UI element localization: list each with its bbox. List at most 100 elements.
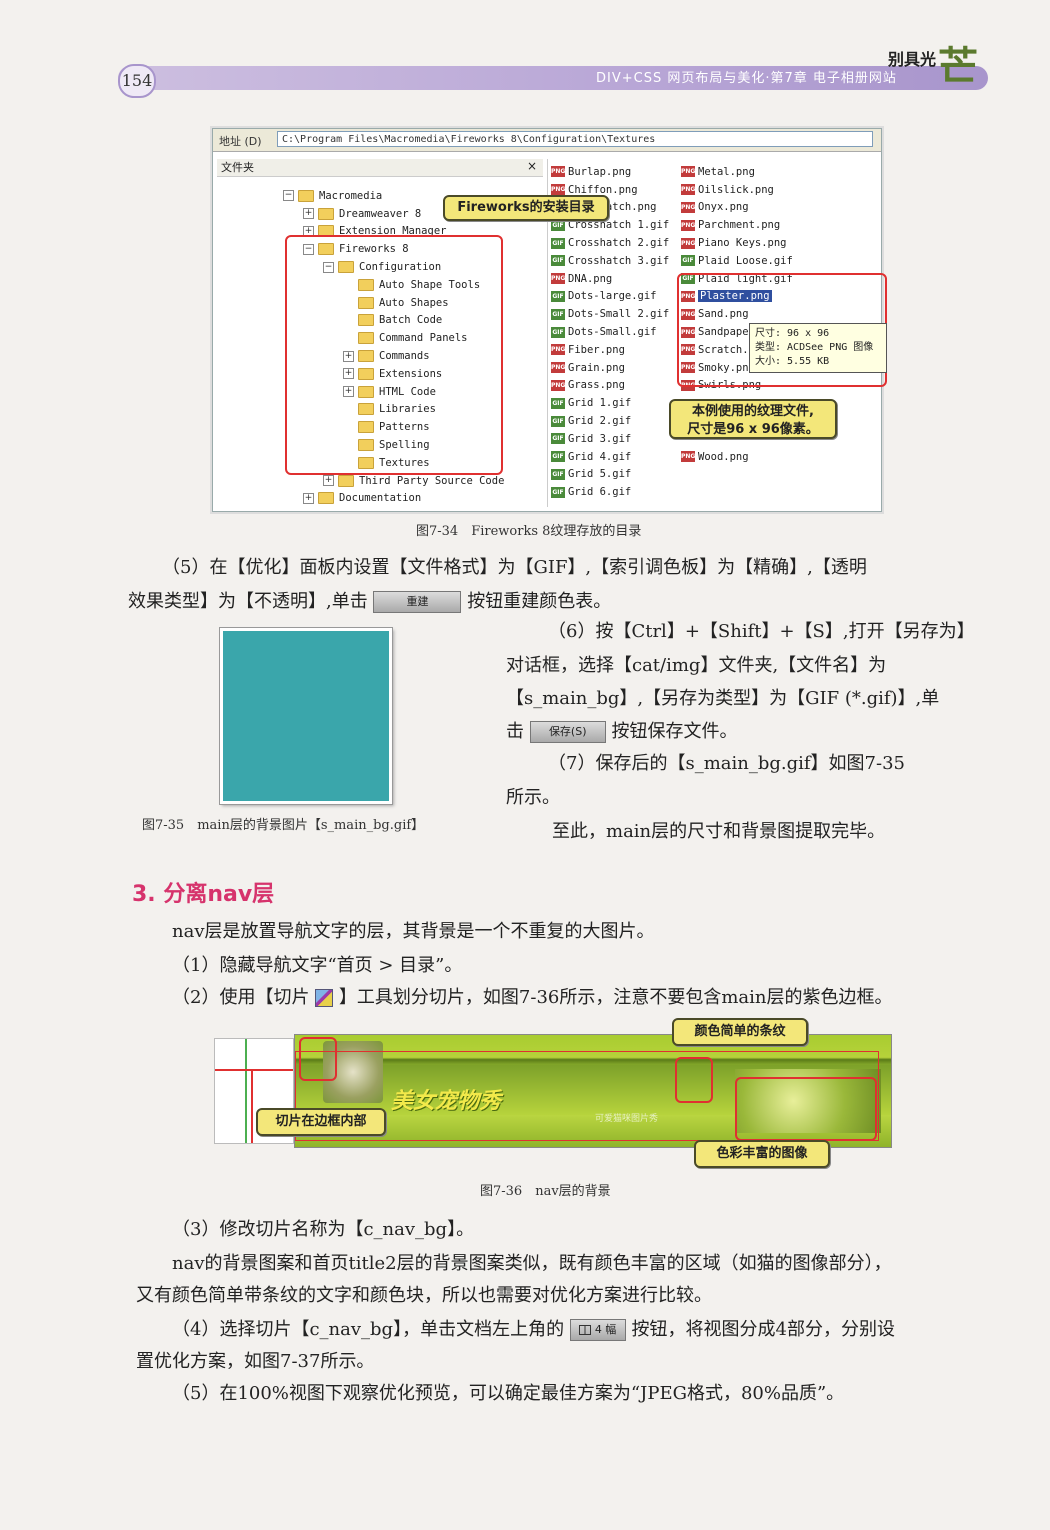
nav-step-4-line-2: 置优化方案，如图7-37所示。: [136, 1351, 375, 1372]
expand-icon[interactable]: +: [303, 492, 314, 504]
file-name: Piano Keys.png: [698, 237, 787, 250]
explorer-figure: 地址 (D) C:\Program Files\Macromedia\Firew…: [212, 128, 887, 512]
file-name: Grid 3.gif: [568, 432, 632, 445]
file-name: Wood.png: [698, 450, 749, 463]
nav-step-2-text-b: 】工具划分切片，如图7-36所示，注意不要包含main层的紫色边框。: [338, 987, 893, 1008]
tree-item-label: Macromedia: [319, 189, 383, 202]
png-file-icon: PNG: [551, 166, 566, 178]
gif-file-icon: GIF: [551, 486, 565, 498]
file-item[interactable]: PNG Metal.png: [681, 163, 877, 181]
image-highlight-box: [735, 1077, 877, 1141]
folder-icon: [338, 474, 354, 487]
file-item[interactable]: PNG Fiber.png: [551, 341, 679, 359]
gif-file-icon: GIF: [681, 255, 695, 267]
file-name: DNA.png: [568, 272, 613, 285]
gif-file-icon: GIF: [551, 415, 565, 427]
section-title: 3. 分离nav层: [132, 882, 275, 907]
file-name: Grid 5.gif: [568, 468, 632, 481]
close-icon[interactable]: ×: [527, 159, 537, 173]
file-name: Crosshatch 3.gif: [568, 254, 670, 267]
file-item[interactable]: PNG Grass.png: [551, 377, 679, 395]
folder-icon: [318, 492, 334, 505]
gif-file-icon: GIF: [551, 326, 565, 338]
gif-file-icon: GIF: [551, 290, 565, 302]
address-field[interactable]: C:\Program Files\Macromedia\Fireworks 8\…: [277, 131, 873, 147]
step-6-text-a: 击: [506, 721, 524, 742]
nav-step-4-text-b: 按钮，将视图分成4部分，分别设: [631, 1319, 895, 1340]
png-file-icon: PNG: [551, 184, 566, 196]
file-item[interactable]: GIF Plaid Loose.gif: [681, 252, 877, 270]
callout-line: 尺寸是96 x 96像素。: [687, 422, 819, 437]
file-item[interactable]: GIF Grid 4.gif: [551, 448, 679, 466]
png-file-icon: PNG: [551, 379, 566, 391]
file-item[interactable]: PNG Grain.png: [551, 359, 679, 377]
file-item[interactable]: GIF Grid 1.gif: [551, 394, 679, 412]
folders-pane-header: 文件夹 ×: [217, 159, 543, 177]
file-item[interactable]: PNG Parchment.png: [681, 216, 877, 234]
file-name: Burlap.png: [568, 165, 632, 178]
nav-intro: nav层是放置导航文字的层，其背景是一个不重复的大图片。: [172, 921, 655, 942]
slice-edge: [251, 1069, 253, 1143]
file-item[interactable]: GIF Crosshatch 2.gif: [551, 234, 679, 252]
gif-file-icon: GIF: [551, 397, 565, 409]
file-item[interactable]: PNG Burlap.png: [551, 163, 679, 181]
png-file-icon: PNG: [551, 273, 566, 285]
file-item[interactable]: GIF Grid 2.gif: [551, 412, 679, 430]
folder-icon: [318, 207, 334, 220]
collapse-icon[interactable]: −: [283, 190, 294, 202]
nav-step-2-text-a: （2）使用【切片: [172, 987, 310, 1008]
step-5-text-b: 按钮重建颜色表。: [467, 591, 612, 612]
tree-item-label: Third Party Source Code: [359, 474, 505, 487]
file-item[interactable]: PNG Wood.png: [681, 448, 877, 466]
file-name: Fiber.png: [568, 343, 625, 356]
tooltip-line: 尺寸: 96 x 96: [755, 328, 830, 339]
rebuild-button[interactable]: 重建: [373, 591, 462, 613]
page-number: 154: [118, 64, 156, 98]
running-title: DIV+CSS 网页布局与美化·第7章 电子相册网站: [596, 71, 897, 86]
png-file-icon: PNG: [681, 451, 696, 463]
stripe-highlight-box: [675, 1057, 713, 1103]
file-name: Crosshatch 1.gif: [568, 219, 670, 232]
file-item[interactable]: GIF Dots-Small 2.gif: [551, 305, 679, 323]
file-item[interactable]: PNG DNA.png: [551, 270, 679, 288]
file-item[interactable]: GIF Dots-Small.gif: [551, 323, 679, 341]
four-up-button[interactable]: 4 幅: [569, 1319, 626, 1341]
file-item[interactable]: PNG Oilslick.png: [681, 181, 877, 199]
main-done-line: 至此，main层的尺寸和背景图提取完毕。: [552, 821, 886, 842]
tree-item[interactable]: + Documentation: [283, 490, 543, 508]
png-file-icon: PNG: [681, 166, 696, 178]
file-item[interactable]: GIF Grid 3.gif: [551, 430, 679, 448]
file-item[interactable]: GIF Grid 6.gif: [551, 483, 679, 501]
fig34-caption: 图7-34 Fireworks 8纹理存放的目录: [416, 524, 642, 539]
tree-highlight-box: [285, 235, 503, 475]
file-name: Grid 6.gif: [568, 486, 632, 499]
file-name: Grain.png: [568, 361, 625, 374]
file-item[interactable]: GIF Grid 5.gif: [551, 466, 679, 484]
file-name: Grass.png: [568, 379, 625, 392]
file-item[interactable]: PNG Onyx.png: [681, 199, 877, 217]
tree-item-label: Dreamweaver 8: [339, 207, 422, 220]
expand-icon[interactable]: +: [303, 208, 314, 220]
gif-file-icon: GIF: [551, 433, 565, 445]
file-item[interactable]: GIF Dots-large.gif: [551, 288, 679, 306]
step-5-text-a: 效果类型】为【不透明】,单击: [128, 591, 368, 612]
expand-icon[interactable]: +: [323, 475, 334, 487]
file-item[interactable]: GIF Crosshatch 3.gif: [551, 252, 679, 270]
png-file-icon: PNG: [551, 344, 566, 356]
main-bg-texture-image: [220, 628, 392, 804]
png-file-icon: PNG: [681, 201, 696, 213]
corner-highlight-box: [299, 1037, 337, 1081]
file-name: Onyx.png: [698, 201, 749, 214]
nav-step-1: （1）隐藏导航文字“首页 > 目录”。: [172, 955, 463, 976]
tree-item-label: Documentation: [339, 492, 422, 505]
save-button[interactable]: 保存(S): [529, 721, 606, 743]
gif-file-icon: GIF: [551, 255, 565, 267]
tooltip-line: 大小: 5.55 KB: [755, 356, 830, 367]
nav-step-3: （3）修改切片名称为【c_nav_bg】。: [172, 1219, 475, 1240]
step-6-line-1: （6）按【Ctrl】+【Shift】+【S】,打开【另存为】: [548, 621, 975, 642]
address-label: 地址 (D): [219, 135, 262, 148]
step-7-line-2: 所示。: [506, 787, 560, 808]
gif-file-icon: GIF: [551, 468, 565, 480]
file-item[interactable]: PNG Piano Keys.png: [681, 234, 877, 252]
folders-header-label: 文件夹: [221, 161, 254, 174]
